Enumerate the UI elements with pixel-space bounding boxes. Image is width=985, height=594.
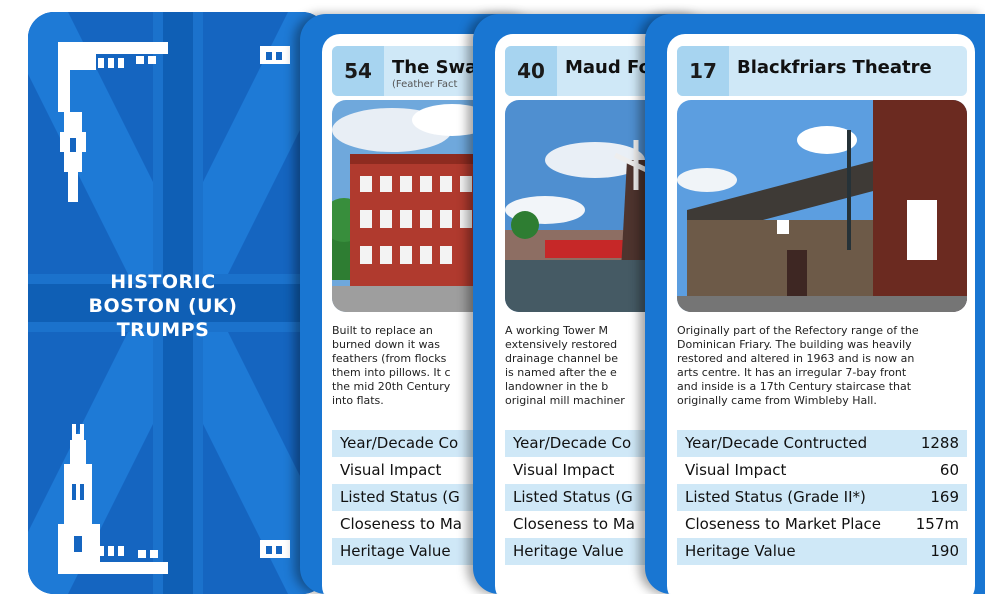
stat-value: 157m xyxy=(915,515,959,533)
desc-line: and inside is a 17th Century staircase t… xyxy=(677,380,912,393)
title-line: BOSTON (UK) xyxy=(88,295,238,317)
stat-row-closeness[interactable]: Closeness to Market Place 157m xyxy=(677,511,967,538)
card-photo xyxy=(677,100,967,312)
stat-label: Year/Decade Co xyxy=(513,434,632,452)
stat-label: Year/Decade Co xyxy=(340,434,459,452)
stat-label: Closeness to Ma xyxy=(513,515,635,533)
desc-line: Dominican Friary. The building was heavi… xyxy=(677,338,912,351)
stat-row-listed-status[interactable]: Listed Status (Grade II*) 169 xyxy=(677,484,967,511)
boston-stump-icon-bottom xyxy=(58,424,168,574)
card-face: 17 Blackfriars Theatre Originally part o… xyxy=(667,34,975,594)
stat-label: Listed Status (Grade II*) xyxy=(685,488,866,506)
stat-label: Visual Impact xyxy=(340,461,442,479)
trump-card-17[interactable]: 17 Blackfriars Theatre Originally part o… xyxy=(645,14,985,594)
card-number: 17 xyxy=(677,46,729,96)
card-subtitle: (Feather Fact xyxy=(392,79,458,90)
card-back[interactable]: HISTORIC BOSTON (UK) TRUMPS xyxy=(28,12,328,594)
stat-label: Heritage Value xyxy=(513,542,624,560)
desc-line: restored and altered in 1963 and is now … xyxy=(677,352,915,365)
stat-value: 1288 xyxy=(920,434,959,452)
stat-row-year[interactable]: Year/Decade Contructed 1288 xyxy=(677,430,967,457)
card-header: 17 Blackfriars Theatre xyxy=(677,46,967,96)
stat-label: Listed Status (G xyxy=(340,488,460,506)
card-name: The Swa xyxy=(392,57,478,78)
stat-value: 190 xyxy=(930,542,959,560)
stat-label: Heritage Value xyxy=(685,542,796,560)
boston-stump-icon-top-right xyxy=(260,46,290,64)
stat-row-heritage-value[interactable]: Heritage Value 190 xyxy=(677,538,967,565)
card-number: 40 xyxy=(505,46,557,96)
desc-line: originally came from Wimbleby Hall. xyxy=(677,394,877,407)
stat-label: Visual Impact xyxy=(685,461,787,479)
stat-label: Year/Decade Contructed xyxy=(685,434,868,452)
title-line: HISTORIC xyxy=(110,271,216,293)
stat-label: Listed Status (G xyxy=(513,488,633,506)
boston-stump-icon-top xyxy=(58,42,168,202)
card-number: 54 xyxy=(332,46,384,96)
card-name: Blackfriars Theatre xyxy=(737,57,932,78)
card-name: Maud Fo xyxy=(565,57,651,78)
stat-value: 169 xyxy=(930,488,959,506)
stat-row-visual-impact[interactable]: Visual Impact 60 xyxy=(677,457,967,484)
card-back-title: HISTORIC BOSTON (UK) TRUMPS xyxy=(28,270,298,342)
stat-value: 60 xyxy=(939,461,959,479)
boston-stump-icon-bottom-right xyxy=(260,540,290,558)
stat-label: Closeness to Market Place xyxy=(685,515,882,533)
title-line: TRUMPS xyxy=(116,319,210,341)
card-description: Originally part of the Refectory range o… xyxy=(677,324,969,408)
stat-label: Closeness to Ma xyxy=(340,515,462,533)
stat-label: Heritage Value xyxy=(340,542,451,560)
stats-table: Year/Decade Contructed 1288 Visual Impact… xyxy=(677,430,967,565)
desc-line: Originally part of the Refectory range o… xyxy=(677,324,919,337)
stat-label: Visual Impact xyxy=(513,461,615,479)
desc-line: arts centre. It has an irregular 7-bay f… xyxy=(677,366,907,379)
